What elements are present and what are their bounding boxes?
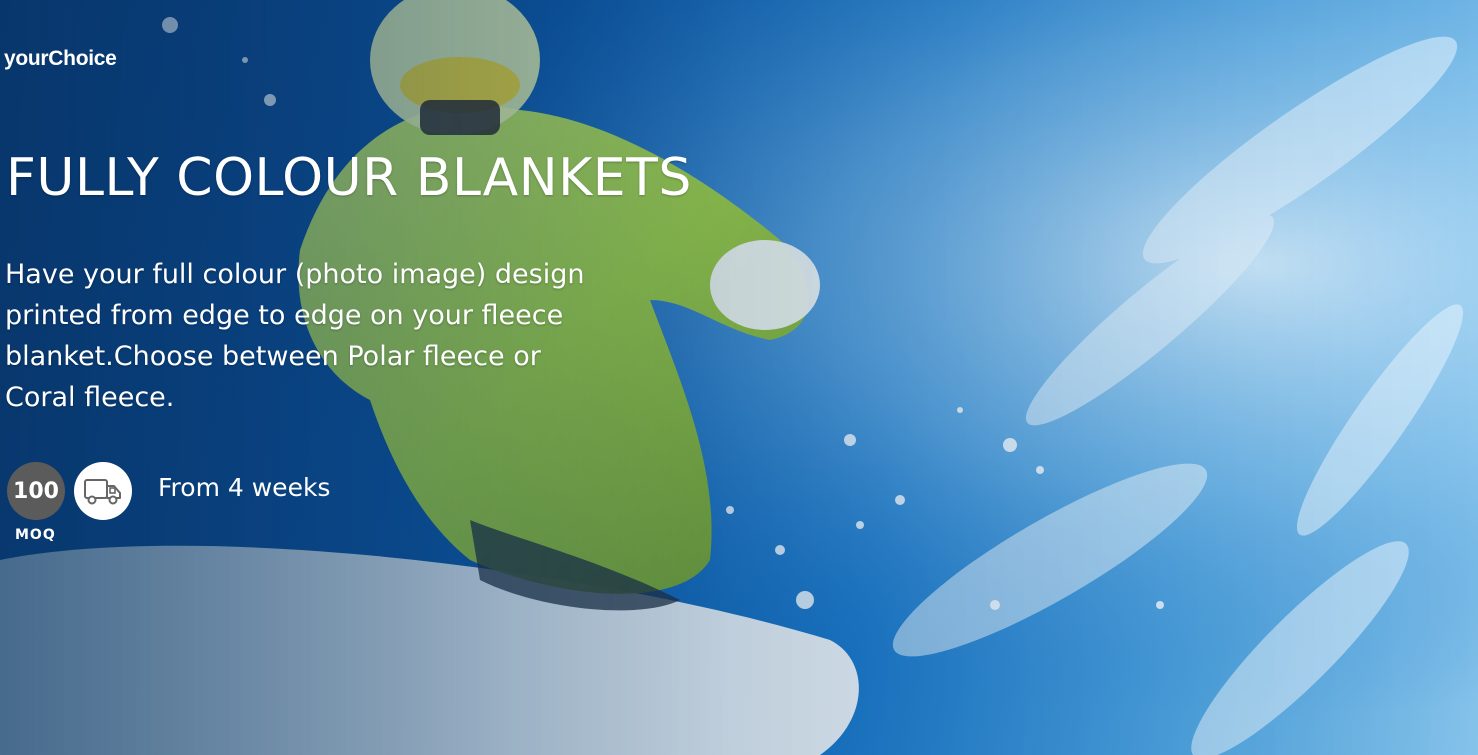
page-title: FULLY COLOUR BLANKETS — [6, 148, 692, 208]
brand-logo[interactable]: yourChoice — [4, 47, 117, 71]
moq-value: 100 — [13, 478, 59, 504]
lead-time-text: From 4 weeks — [158, 473, 331, 502]
product-description: Have your full colour (photo image) desi… — [5, 259, 585, 413]
hero-banner: yourChoice FULLY COLOUR BLANKETS Have yo… — [0, 0, 1478, 755]
delivery-truck-icon — [84, 479, 121, 505]
moq-badge: 100 — [7, 462, 65, 520]
moq-label: MOQ — [15, 527, 56, 543]
delivery-badge — [74, 462, 132, 520]
